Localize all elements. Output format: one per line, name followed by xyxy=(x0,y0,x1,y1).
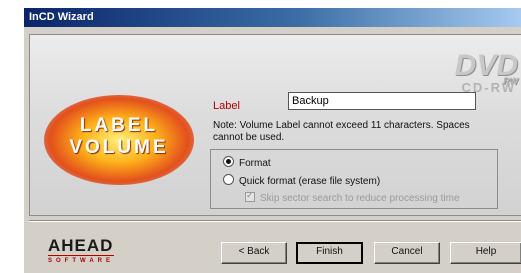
quick-format-option[interactable]: Quick format (erase file system) xyxy=(223,174,380,187)
logo-line-2: VOLUME xyxy=(69,137,169,158)
format-option[interactable]: Format xyxy=(223,156,271,169)
help-button[interactable]: Help xyxy=(450,242,521,264)
quick-format-radio[interactable] xyxy=(223,174,234,185)
cancel-button-label: Cancel xyxy=(391,246,423,257)
ahead-logo-underline xyxy=(48,255,114,256)
dvd-logo: DVD RW xyxy=(455,49,518,86)
label-note: Note: Volume Label cannot exceed 11 char… xyxy=(213,120,470,143)
format-radio[interactable] xyxy=(223,156,234,167)
skip-sector-checkbox xyxy=(245,190,255,202)
label-volume-logo: LABEL VOLUME xyxy=(44,95,194,185)
finish-button-label: Finish xyxy=(316,246,343,257)
back-button[interactable]: < Back xyxy=(221,242,287,264)
back-button-label: < Back xyxy=(238,246,270,257)
help-button-label: Help xyxy=(475,246,497,257)
incd-wizard-window: InCD Wizard LABEL VOLUME DVD RW CD-RW La… xyxy=(24,8,521,273)
quick-format-option-label: Quick format (erase file system) xyxy=(239,176,381,187)
logo-line-1: LABEL xyxy=(79,115,159,136)
ahead-logo: AHEAD xyxy=(48,236,114,255)
title-bar[interactable]: InCD Wizard xyxy=(24,8,521,27)
window-title: InCD Wizard xyxy=(29,11,94,23)
footer-divider xyxy=(29,220,521,222)
finish-button[interactable]: Finish xyxy=(296,242,363,264)
volume-label-input[interactable] xyxy=(288,92,476,110)
format-option-label: Format xyxy=(239,158,271,169)
format-options-group: Format Quick format (erase file system) … xyxy=(210,149,498,209)
ahead-logo-subtitle: SOFTWARE xyxy=(48,258,114,264)
skip-sector-option-label: Skip sector search to reduce processing … xyxy=(260,193,460,204)
label-caption: Label xyxy=(213,100,240,112)
skip-sector-option: Skip sector search to reduce processing … xyxy=(245,190,460,204)
cancel-button[interactable]: Cancel xyxy=(374,242,440,264)
